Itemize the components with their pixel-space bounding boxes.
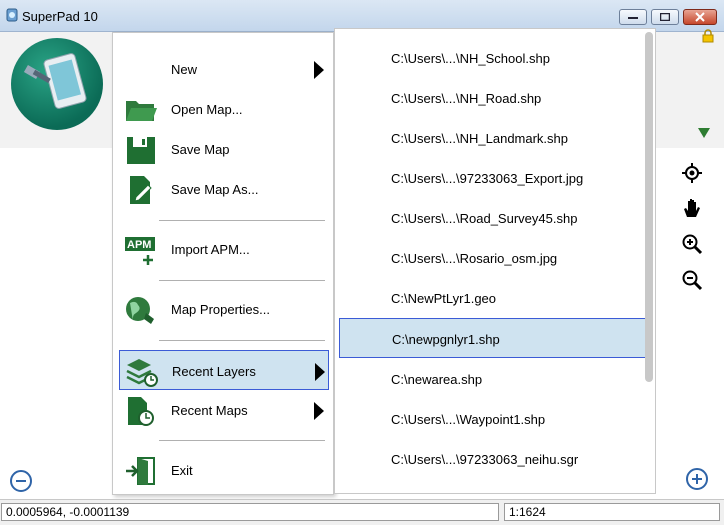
recent-layer-path: C:\Users\...\97233063_Export.jpg xyxy=(391,171,584,186)
menu-item-exit[interactable]: Exit xyxy=(119,450,329,490)
menu-item-label: Save Map As... xyxy=(171,182,259,197)
recent-layer-item[interactable]: C:\Users\...\NH_Road.shp xyxy=(339,78,653,118)
menu-separator xyxy=(159,280,325,281)
zoom-out-button[interactable] xyxy=(679,267,705,293)
recent-layer-item[interactable]: C:\Users\...\NH_School.shp xyxy=(339,38,653,78)
logo-panel xyxy=(0,32,112,148)
menu-separator xyxy=(159,220,325,221)
lock-icon[interactable] xyxy=(702,29,714,43)
apm-import-icon: APM xyxy=(125,237,155,265)
close-button[interactable] xyxy=(683,9,717,25)
recent-layer-path: C:\newpgnlyr1.shp xyxy=(392,332,500,347)
menu-item-label: Map Properties... xyxy=(171,302,270,317)
menu-item-label: Exit xyxy=(171,463,193,478)
zoom-out-icon xyxy=(682,270,703,291)
recent-layer-path: C:\Users\...\Waypoint1.shp xyxy=(391,412,546,427)
save-icon xyxy=(127,137,155,164)
maximize-icon xyxy=(660,13,670,21)
recent-layer-item-selected[interactable]: C:\newpgnlyr1.shp xyxy=(339,318,653,358)
recent-layer-item[interactable]: C:\NewPtLyr1.geo xyxy=(339,278,653,318)
file-menu: New Open Map... Save Map Save Map As... … xyxy=(112,32,334,495)
menu-item-save-map-as[interactable]: Save Map As... xyxy=(119,169,329,209)
recent-layer-path: C:\Users\...\NH_Landmark.shp xyxy=(391,131,569,146)
window-title: SuperPad 10 xyxy=(22,9,98,24)
status-bar: 0.0005964, -0.0001139 1:1624 xyxy=(0,499,724,525)
menu-item-label: Import APM... xyxy=(171,242,250,257)
recent-layer-item[interactable]: C:\Users\...\Rosario_osm.jpg xyxy=(339,238,653,278)
minimize-icon xyxy=(628,17,638,19)
submenu-arrow-icon xyxy=(315,363,325,381)
menu-item-recent-layers[interactable]: Recent Layers xyxy=(119,350,329,390)
submenu-arrow-icon xyxy=(314,402,324,420)
right-panel xyxy=(655,32,724,148)
menu-item-label: Recent Layers xyxy=(172,364,256,379)
zoom-in-round-button[interactable] xyxy=(686,468,708,490)
menu-item-recent-maps[interactable]: Recent Maps xyxy=(119,390,329,430)
submenu-arrow-icon xyxy=(314,61,324,79)
submenu-scrollbar[interactable] xyxy=(645,32,653,382)
menu-item-label: Recent Maps xyxy=(171,403,248,418)
recent-layers-submenu: C:\Users\...\NH_School.shp C:\Users\...\… xyxy=(334,28,656,494)
folder-open-icon xyxy=(126,101,157,121)
menu-item-map-properties[interactable]: Map Properties... xyxy=(119,289,329,329)
pan-button[interactable] xyxy=(679,195,705,221)
pan-hand-icon xyxy=(684,199,700,217)
recent-layer-item[interactable]: C:\newarea.shp xyxy=(339,359,653,399)
superpad-app-icon xyxy=(6,8,18,22)
menu-item-open-map[interactable]: Open Map... xyxy=(119,89,329,129)
menu-item-save-map[interactable]: Save Map xyxy=(119,129,329,169)
menu-separator xyxy=(159,440,325,441)
recent-layer-path: C:\newarea.shp xyxy=(391,372,483,387)
minimize-button[interactable] xyxy=(619,9,647,25)
recent-layer-item[interactable]: C:\Users\...\NH_Landmark.shp xyxy=(339,118,653,158)
recent-layer-path: C:\NewPtLyr1.geo xyxy=(391,291,497,306)
recent-layer-item[interactable]: C:\Users\...\97233063_neihu.sgr xyxy=(339,439,653,479)
recent-layer-path: C:\Users\...\Road_Survey45.shp xyxy=(391,211,578,226)
recent-layer-path: C:\Users\...\Rosario_osm.jpg xyxy=(391,251,558,266)
scale-readout: 1:1624 xyxy=(504,503,720,521)
menu-separator xyxy=(159,340,325,341)
dropdown-arrow-icon[interactable] xyxy=(698,128,710,138)
coordinates-readout: 0.0005964, -0.0001139 xyxy=(1,503,499,521)
zoom-in-button[interactable] xyxy=(679,231,705,257)
locate-button[interactable] xyxy=(679,160,705,186)
svg-text:APM: APM xyxy=(127,239,151,251)
menu-item-label: Save Map xyxy=(171,142,230,157)
recent-layer-item[interactable]: C:\Users\...\97233063_Export.jpg xyxy=(339,158,653,198)
recent-layer-path: C:\Users\...\NH_Road.shp xyxy=(391,91,542,106)
save-as-icon xyxy=(130,176,152,204)
recent-layer-item[interactable]: C:\Users\...\Road_Survey45.shp xyxy=(339,198,653,238)
locate-icon xyxy=(682,163,702,183)
superpad-logo xyxy=(11,38,103,130)
globe-icon xyxy=(126,297,154,324)
menu-item-new[interactable]: New xyxy=(119,49,329,89)
exit-door-icon xyxy=(126,457,155,485)
menu-item-label: Open Map... xyxy=(171,102,243,117)
menu-item-import-apm[interactable]: APM Import APM... xyxy=(119,229,329,269)
layers-clock-icon xyxy=(126,359,158,387)
maximize-button[interactable] xyxy=(651,9,679,25)
map-clock-icon xyxy=(128,397,154,426)
recent-layer-path: C:\Users\...\NH_School.shp xyxy=(391,51,550,66)
zoom-in-icon xyxy=(682,234,703,255)
recent-layer-item[interactable]: C:\Users\...\Waypoint1.shp xyxy=(339,399,653,439)
zoom-out-round-button[interactable] xyxy=(10,470,32,492)
recent-layer-path: C:\Users\...\97233063_neihu.sgr xyxy=(391,452,579,467)
close-icon xyxy=(695,12,705,22)
menu-item-label: New xyxy=(171,62,198,77)
tablet-map-icon xyxy=(23,53,87,109)
